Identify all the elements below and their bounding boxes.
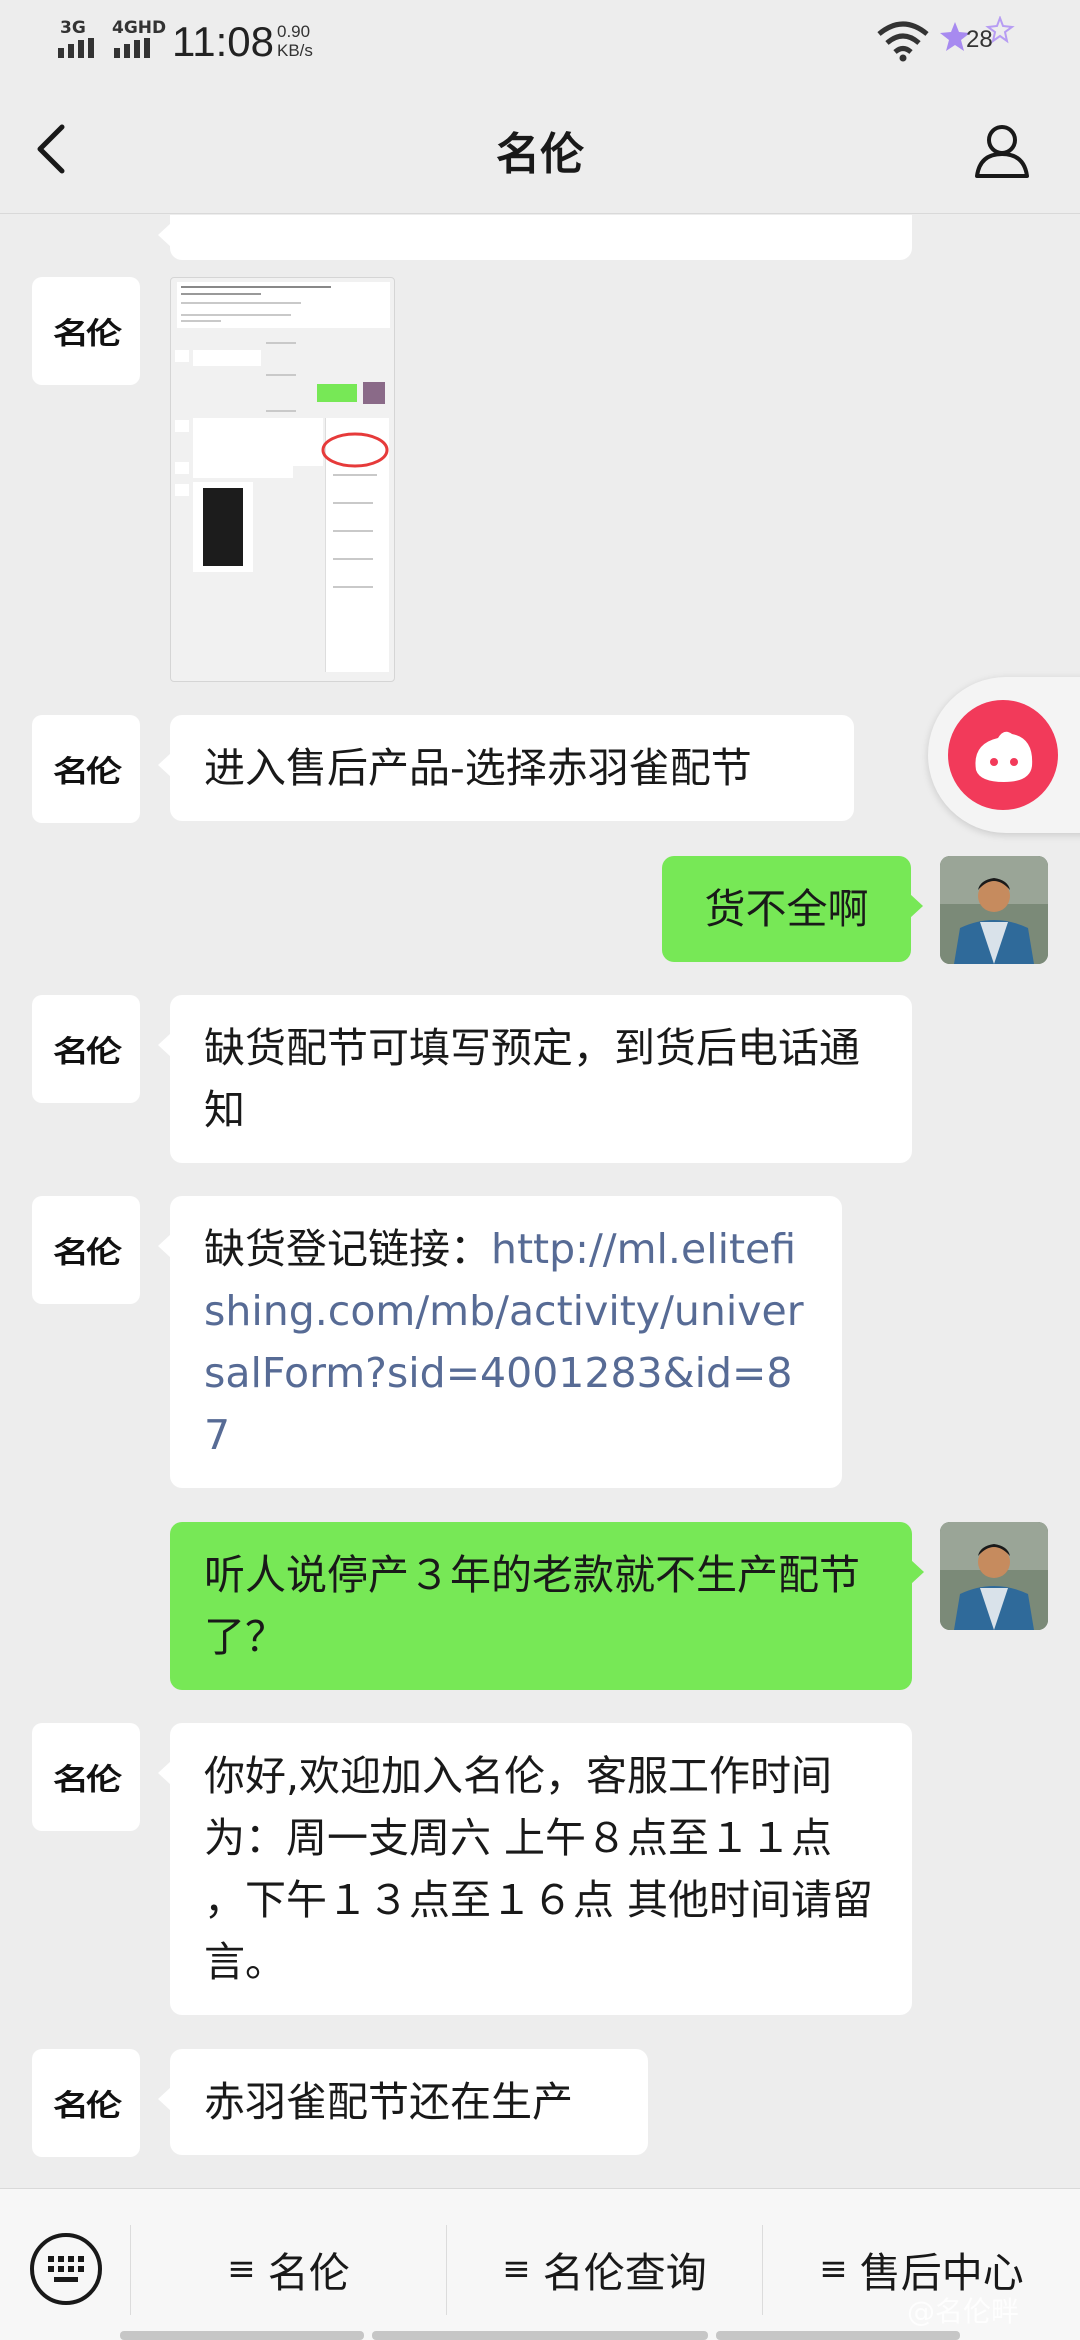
avatar[interactable]: 名伦 [32,715,140,823]
person-icon[interactable] [972,120,1032,180]
menu-item-minglun[interactable]: ≡ 名伦 [131,2219,446,2319]
floating-assistant-button[interactable] [928,677,1080,833]
avatar[interactable] [940,856,1048,964]
message-bubble-sent[interactable]: 听人说停产３年的老款就不生产配节了？ [170,1522,924,1690]
message-bubble[interactable]: 缺货配节可填写预定，到货后电话通知 [158,995,912,1163]
avatar[interactable]: 名伦 [32,277,140,385]
network-type-1: 3G [60,18,86,38]
message-bubble[interactable]: 赤羽雀配节还在生产 [158,2049,648,2155]
menu-item-label: 名伦查询 [542,2249,707,2297]
message-text: 缺货登记链接： [204,1225,491,1273]
message-bubble[interactable]: 进入售后产品-选择赤羽雀配节 [158,715,854,821]
avatar[interactable]: 名伦 [32,1196,140,1304]
keyboard-icon[interactable] [28,2231,104,2307]
menu-lines-icon: ≡ [502,2249,531,2289]
message-bubble-partial [158,215,912,260]
battery-level: 28 [966,26,993,53]
gesture-bar [120,2331,364,2340]
avatar-logo-text: 名伦 [52,754,122,789]
avatar[interactable]: 名伦 [32,995,140,1103]
signal-icon-1 [58,38,94,58]
chat-title: 名伦 [496,129,584,180]
mascot-icon [948,700,1058,810]
menu-lines-icon: ≡ [819,2249,848,2289]
menu-item-label: 名伦 [267,2249,350,2297]
chat-header: 名伦 [0,84,1080,214]
status-time: 11:08 [172,18,274,65]
gesture-bar [716,2331,960,2340]
wifi-icon [877,21,929,62]
user-photo [940,1522,1048,1630]
chat-messages[interactable]: 名伦 名伦 进入售后产品-选择赤羽雀配节 货不全啊 名伦 缺货配节可填写预定，到… [0,215,1080,2187]
avatar-logo-text: 名伦 [52,316,122,351]
network-type-2: 4GHD [112,18,167,38]
speed-unit: KB/s [277,41,313,60]
highlight-circle [321,432,389,468]
watermark: @名伦畔 [907,2295,1020,2328]
avatar-logo-text: 名伦 [52,1235,122,1270]
avatar[interactable] [940,1522,1048,1630]
message-bubble-sent[interactable]: 货不全啊 [662,856,923,962]
avatar-logo-text: 名伦 [52,2088,122,2123]
message-image[interactable] [170,277,395,682]
avatar[interactable]: 名伦 [32,2049,140,2157]
user-photo [940,856,1048,964]
menu-lines-icon: ≡ [227,2249,256,2289]
signal-icon-2 [114,38,150,58]
message-bubble[interactable]: 缺货登记链接：http://ml.elitefishing.com/mb/act… [158,1196,842,1488]
speed-value: 0.90 [277,22,311,41]
avatar-logo-text: 名伦 [52,1034,122,1069]
message-bubble[interactable]: 你好,欢迎加入名伦，客服工作时间为：周一支周六 上午８点至１１点 ，下午１３点至… [158,1723,912,2015]
network-speed: 0.90 KB/s [277,22,313,60]
menu-item-query[interactable]: ≡ 名伦查询 [447,2219,762,2319]
gesture-bar [372,2331,708,2340]
avatar[interactable]: 名伦 [32,1723,140,1831]
status-bar: 3G 4GHD 11:08 0.90 KB/s 28 [0,0,1080,84]
avatar-logo-text: 名伦 [52,1762,122,1797]
